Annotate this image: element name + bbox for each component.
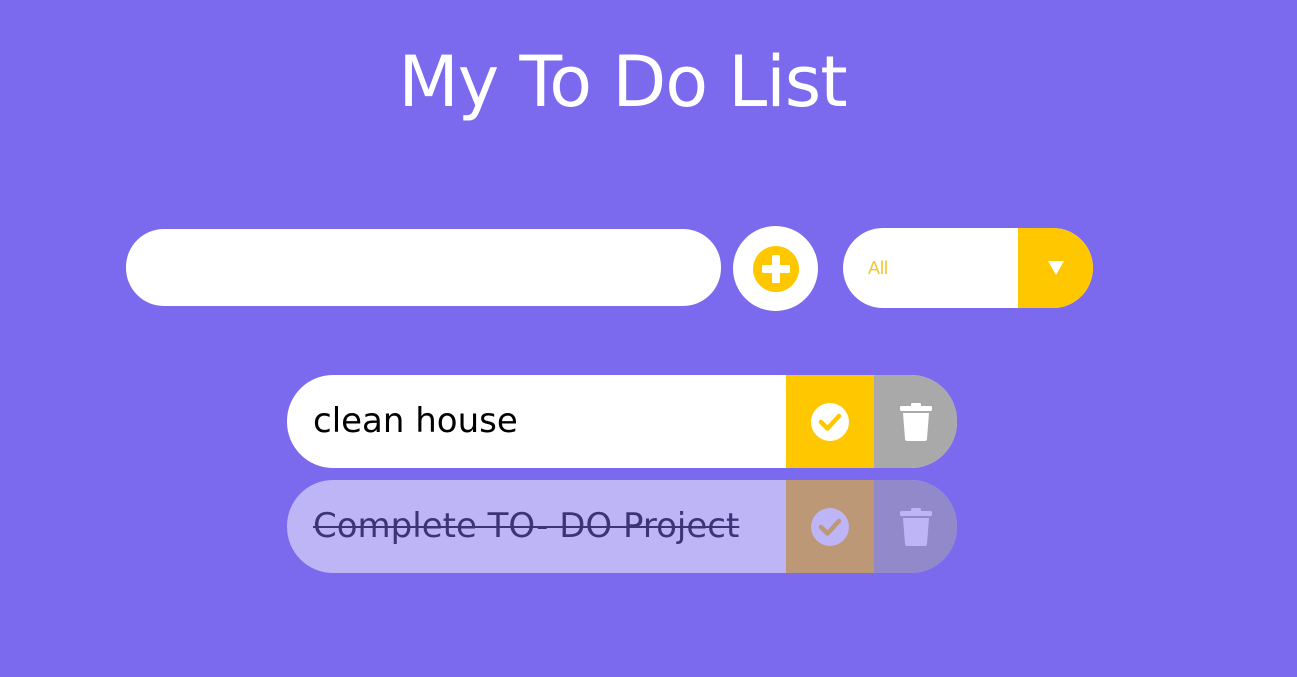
check-circle-icon [811,402,849,441]
trash-icon [899,402,932,441]
todo-input[interactable] [126,229,721,306]
todo-text: clean house [313,401,518,441]
page-title: My To Do List [398,41,847,123]
caret-down-icon [1047,261,1064,275]
todo-item: clean house [287,375,957,468]
plus-circle-icon [752,245,799,292]
filter-dropdown-toggle[interactable] [1018,228,1093,308]
delete-button[interactable] [874,375,957,468]
check-circle-icon [811,507,849,546]
filter-selected-value: All [868,258,889,278]
filter-select[interactable]: All [843,228,1093,308]
complete-button[interactable] [786,480,874,573]
todo-item-completed: Complete TO- DO Project [287,480,957,573]
complete-button[interactable] [786,375,874,468]
todo-text: Complete TO- DO Project [313,506,740,546]
delete-button[interactable] [874,480,957,573]
trash-icon [899,507,932,546]
add-todo-button[interactable] [733,226,818,311]
